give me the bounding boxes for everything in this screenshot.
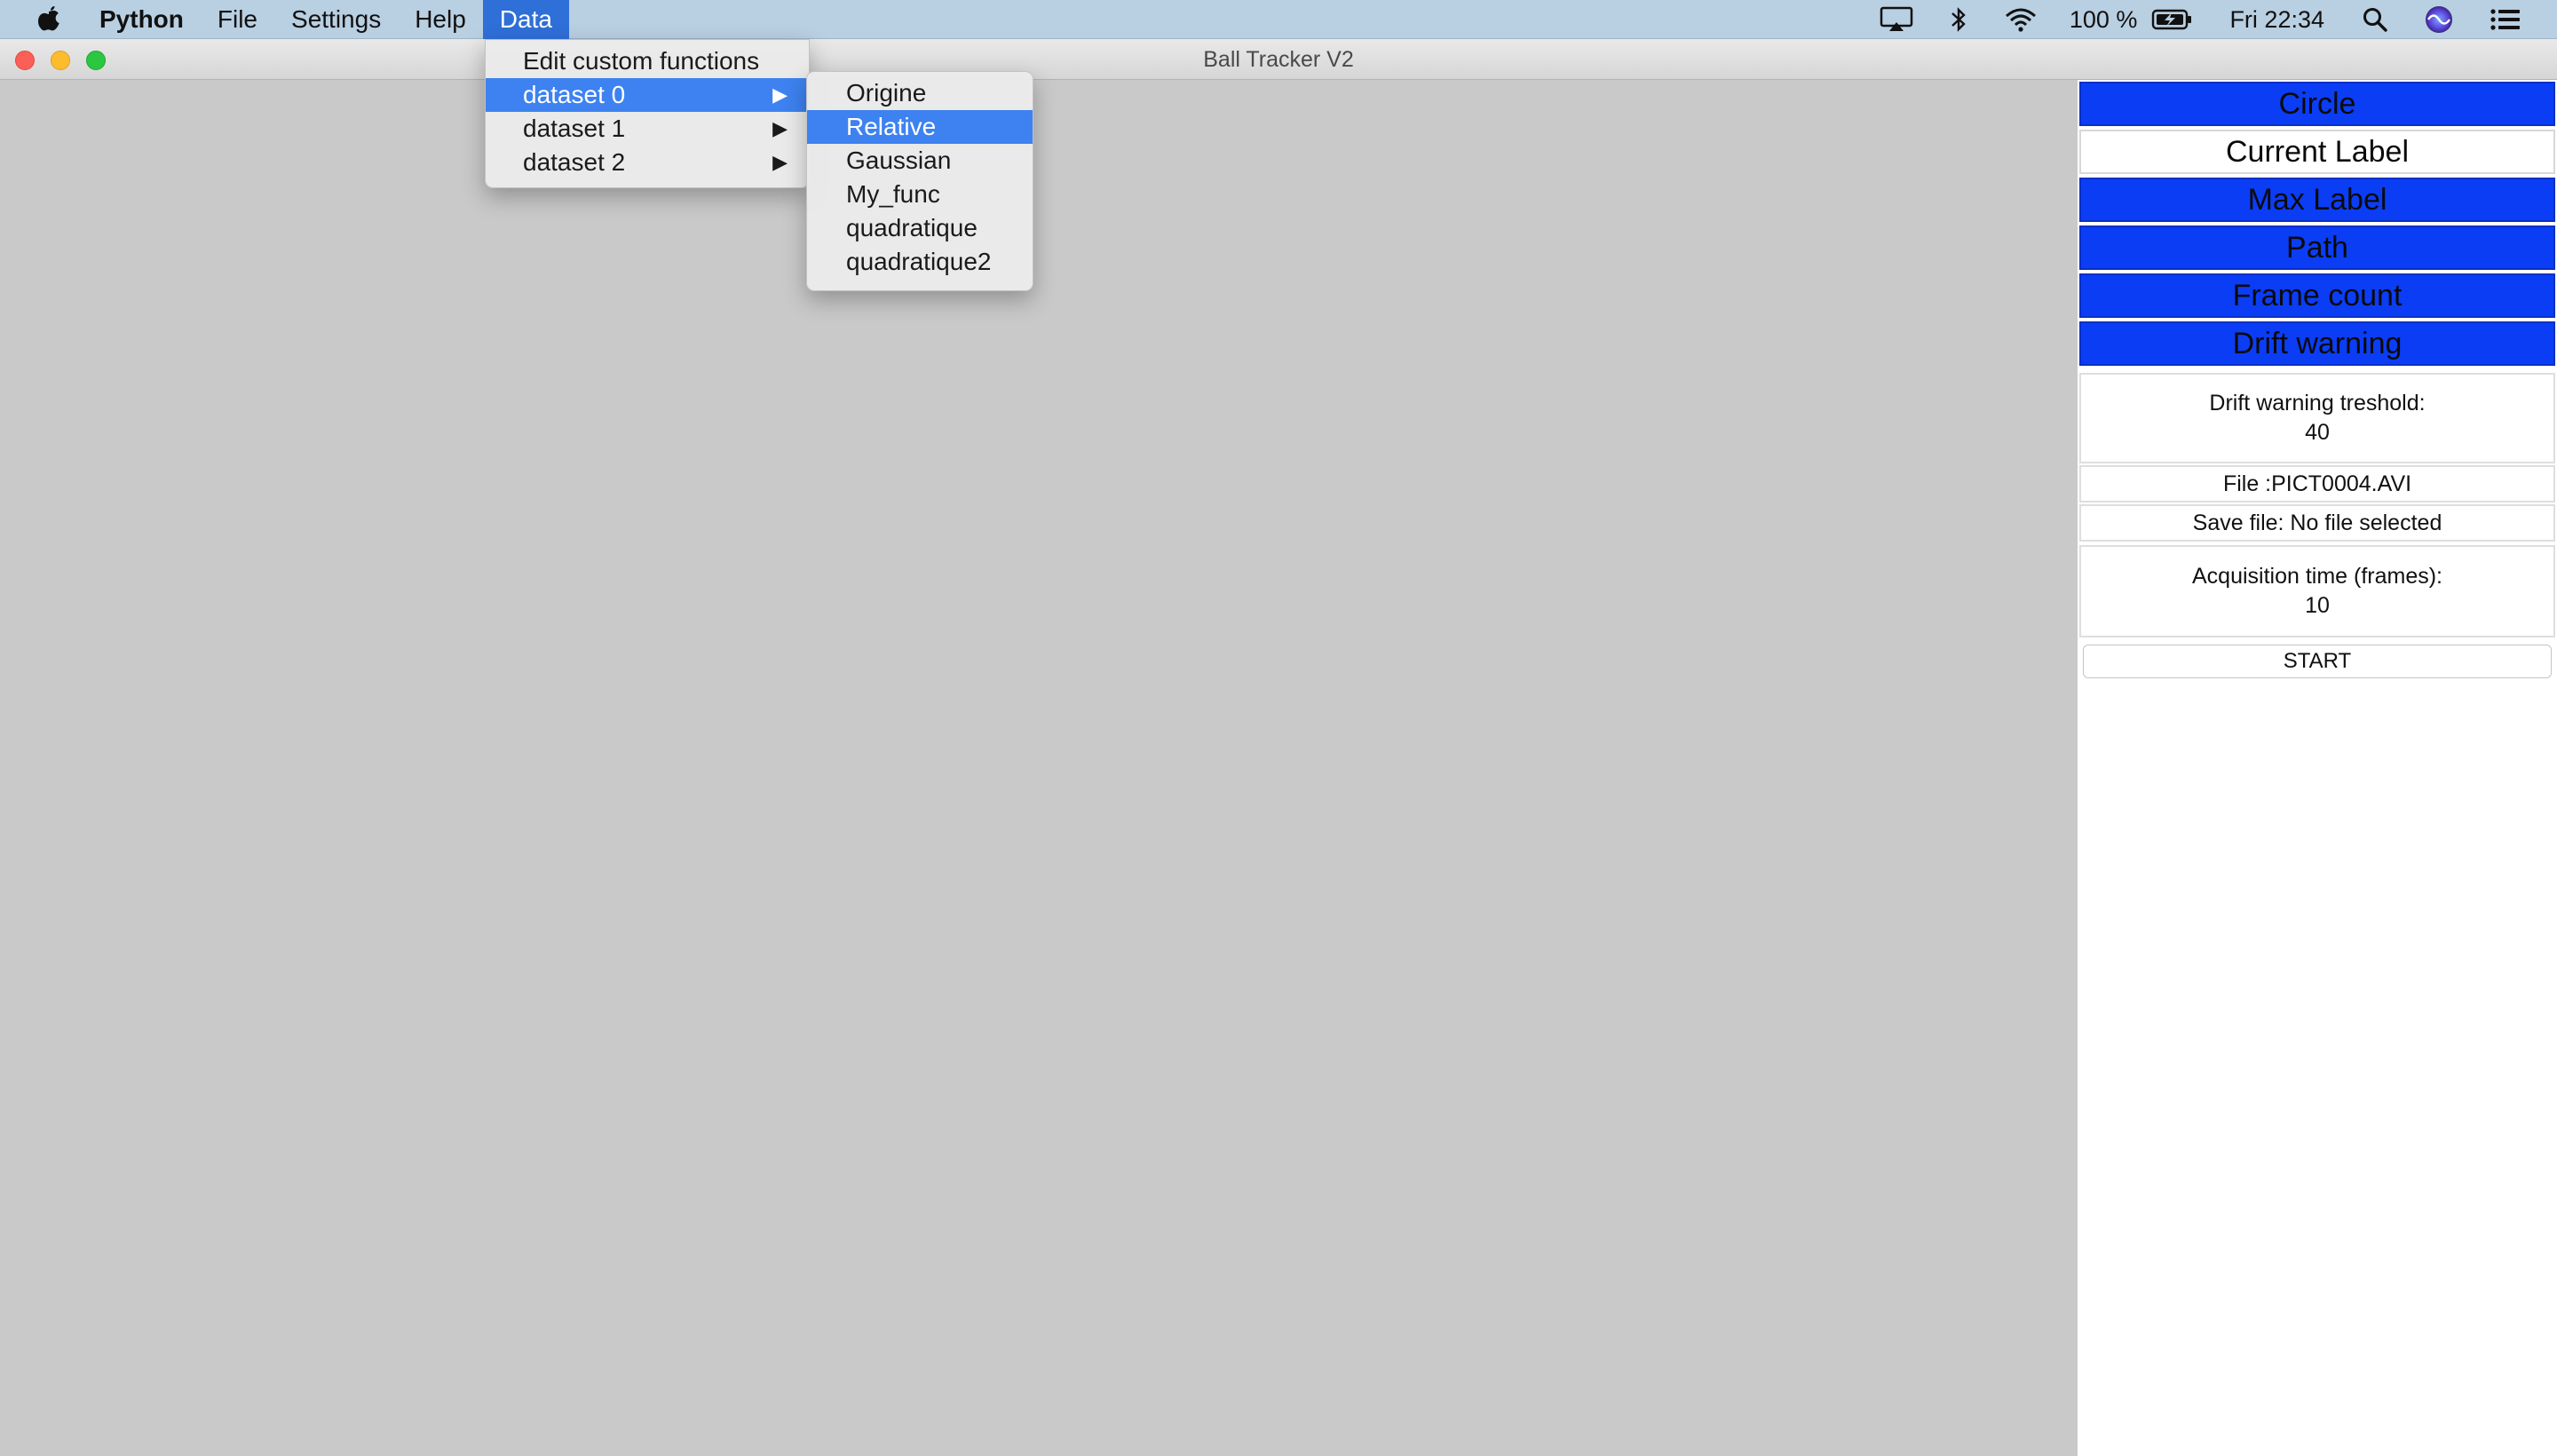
close-window-button[interactable] [15, 51, 35, 70]
data-menu-dropdown: Edit custom functions dataset 0 ▶ datase… [485, 39, 810, 188]
siri-icon[interactable] [2424, 4, 2454, 35]
clock[interactable]: Fri 22:34 [2229, 6, 2324, 34]
window-titlebar: Ball Tracker V2 [0, 39, 2557, 80]
menu-item-label: dataset 0 [523, 81, 626, 108]
menu-item-dataset-2[interactable]: dataset 2 ▶ [486, 146, 809, 179]
menu-file[interactable]: File [201, 0, 274, 39]
menu-item-edit-custom-functions[interactable]: Edit custom functions [486, 44, 809, 78]
bluetooth-icon[interactable] [1949, 6, 1968, 33]
status-area: 100 % Fri 22:34 [1862, 0, 2557, 39]
menu-item-dataset-0[interactable]: dataset 0 ▶ [486, 78, 809, 112]
menu-item-label: dataset 2 [523, 148, 626, 176]
drift-threshold-field[interactable]: Drift warning treshold: 40 [2079, 373, 2555, 463]
start-button[interactable]: START [2083, 645, 2552, 678]
submenu-item-quadratique2[interactable]: quadratique2 [807, 245, 1033, 279]
battery-icon[interactable] [2151, 8, 2194, 31]
drift-threshold-label: Drift warning treshold: [2209, 391, 2426, 415]
drift-threshold-value: 40 [2305, 420, 2330, 445]
menu-item-label: dataset 1 [523, 115, 626, 142]
airplay-icon[interactable] [1880, 6, 1913, 33]
path-toggle-button[interactable]: Path [2079, 226, 2555, 270]
menu-item-dataset-1[interactable]: dataset 1 ▶ [486, 112, 809, 146]
window-title: Ball Tracker V2 [1203, 46, 1354, 72]
submenu-item-my-func[interactable]: My_func [807, 178, 1033, 211]
notification-center-icon[interactable] [2490, 7, 2521, 32]
menu-settings[interactable]: Settings [274, 0, 398, 39]
acquisition-time-label: Acquisition time (frames): [2191, 564, 2443, 589]
minimize-window-button[interactable] [51, 51, 70, 70]
video-canvas[interactable] [0, 80, 2078, 1456]
frame-count-toggle-button[interactable]: Frame count [2079, 273, 2555, 318]
menu-help[interactable]: Help [398, 0, 483, 39]
submenu-arrow-icon: ▶ [772, 83, 788, 106]
current-label-toggle-button[interactable]: Current Label [2079, 130, 2555, 174]
file-button[interactable]: File :PICT0004.AVI [2079, 465, 2555, 502]
apple-icon[interactable] [27, 4, 73, 35]
save-file-button[interactable]: Save file: No file selected [2079, 504, 2555, 542]
submenu-item-origine[interactable]: Origine [807, 76, 1033, 110]
dataset-0-submenu: Origine Relative Gaussian My_func quadra… [806, 71, 1033, 291]
menu-bar: Python File Settings Help Data 100 % Fri… [0, 0, 2557, 39]
save-file-label: Save file: No file selected [2192, 510, 2442, 535]
search-icon[interactable] [2362, 6, 2388, 33]
drift-warning-toggle-button[interactable]: Drift warning [2079, 321, 2555, 366]
file-label: File :PICT0004.AVI [2222, 471, 2412, 496]
control-panel: Circle Current Label Max Label Path Fram… [2078, 80, 2557, 1456]
circle-toggle-button[interactable]: Circle [2079, 82, 2555, 126]
submenu-item-quadratique[interactable]: quadratique [807, 211, 1033, 245]
acquisition-time-value: 10 [2305, 593, 2330, 618]
menu-python[interactable]: Python [73, 0, 201, 39]
max-label-toggle-button[interactable]: Max Label [2079, 178, 2555, 222]
submenu-arrow-icon: ▶ [772, 117, 788, 139]
menu-data[interactable]: Data [482, 0, 569, 39]
submenu-item-gaussian[interactable]: Gaussian [807, 144, 1033, 178]
menu-item-label: Edit custom functions [523, 47, 760, 75]
maximize-window-button[interactable] [86, 51, 106, 70]
wifi-icon[interactable] [2004, 6, 2038, 33]
acquisition-time-field[interactable]: Acquisition time (frames): 10 [2079, 545, 2555, 637]
submenu-arrow-icon: ▶ [772, 151, 788, 173]
battery-percent: 100 % [2069, 5, 2138, 33]
submenu-item-relative[interactable]: Relative [807, 110, 1033, 144]
